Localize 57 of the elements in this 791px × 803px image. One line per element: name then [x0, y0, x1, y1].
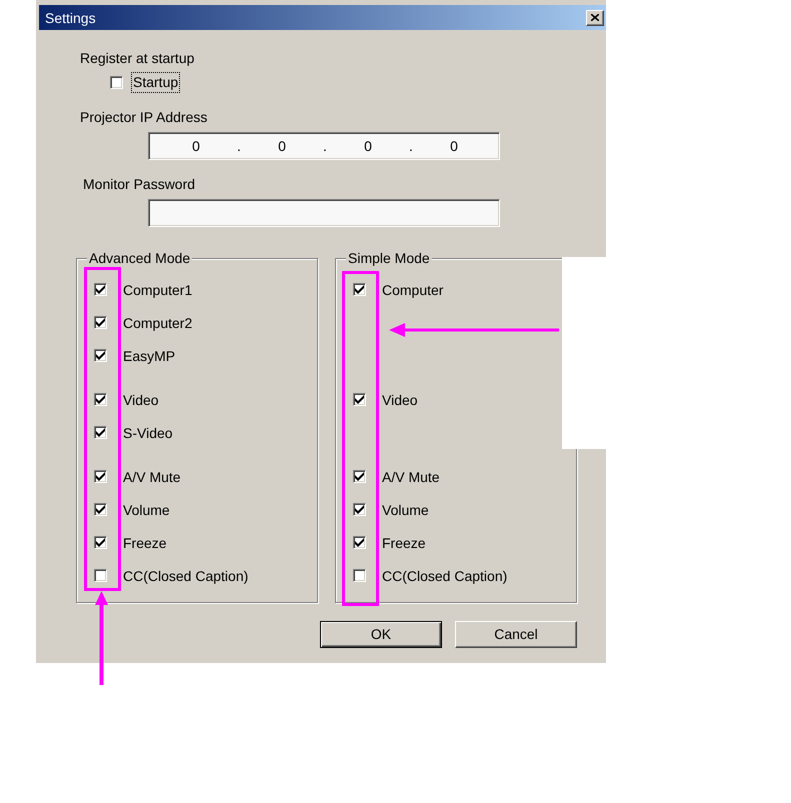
checkmark-icon	[355, 472, 364, 481]
checkbox[interactable]	[353, 536, 366, 549]
checkbox[interactable]	[353, 470, 366, 483]
checkbox[interactable]	[94, 316, 107, 329]
checkbox[interactable]	[94, 283, 107, 296]
checkbox-label[interactable]: CC(Closed Caption)	[382, 568, 508, 584]
group-title: Simple Mode	[346, 250, 432, 266]
checkbox-label[interactable]: Freeze	[123, 534, 167, 550]
checkbox[interactable]	[94, 569, 107, 582]
checkmark-icon	[355, 285, 364, 294]
checkbox-label[interactable]: EasyMP	[123, 348, 176, 364]
group-title: Advanced Mode	[87, 250, 192, 266]
checkbox-label[interactable]: Freeze	[382, 534, 426, 550]
section-label: Register at startup	[80, 50, 194, 66]
checkbox-label[interactable]: Volume	[123, 502, 170, 518]
checkbox[interactable]	[110, 76, 123, 89]
checkmark-icon	[355, 505, 364, 514]
checkbox[interactable]	[94, 503, 107, 516]
checkmark-icon	[355, 395, 364, 404]
password-field[interactable]	[148, 199, 500, 227]
checkbox-label[interactable]: CC(Closed Caption)	[123, 568, 248, 584]
checkbox-label[interactable]: S-Video	[123, 424, 173, 440]
checkbox[interactable]	[353, 283, 366, 296]
checkmark-icon	[96, 285, 105, 294]
checkbox-label[interactable]: Computer	[382, 282, 444, 298]
checkbox-label[interactable]: Video	[123, 392, 159, 408]
checkmark-icon	[96, 505, 105, 514]
checkmark-icon	[96, 538, 105, 547]
close-button[interactable]	[586, 10, 604, 26]
checkmark-icon	[96, 472, 105, 481]
checkbox[interactable]	[353, 393, 366, 406]
checkmark-icon	[96, 318, 105, 327]
checkbox[interactable]	[94, 393, 107, 406]
checkmark-icon	[96, 428, 105, 437]
checkbox-label[interactable]: A/V Mute	[123, 468, 181, 484]
checkbox[interactable]	[94, 426, 107, 439]
checkbox-label[interactable]: Computer1	[123, 282, 192, 298]
checkbox[interactable]	[353, 503, 366, 516]
checkbox-label[interactable]: Video	[382, 392, 418, 408]
checkmark-icon	[96, 351, 105, 360]
field-label: Monitor Password	[83, 176, 196, 192]
checkmark-icon	[355, 538, 364, 547]
ip-address-field[interactable]: 0 . 0 . 0 . 0	[148, 132, 500, 160]
cancel-button[interactable]: Cancel	[455, 621, 577, 648]
ok-button[interactable]: OK	[320, 621, 442, 648]
close-icon	[591, 14, 599, 21]
checkbox[interactable]	[94, 349, 107, 362]
checkbox-label[interactable]: Computer2	[123, 314, 192, 330]
checkbox-label[interactable]: Volume	[382, 502, 429, 518]
checkbox[interactable]	[353, 569, 366, 582]
field-label: Projector IP Address	[80, 109, 208, 125]
checkbox[interactable]	[94, 470, 107, 483]
checkbox[interactable]	[94, 536, 107, 549]
window-title: Settings	[45, 10, 96, 26]
checkbox-label[interactable]: A/V Mute	[382, 468, 440, 484]
checkbox-label[interactable]: Startup	[131, 72, 180, 93]
checkmark-icon	[96, 395, 105, 404]
